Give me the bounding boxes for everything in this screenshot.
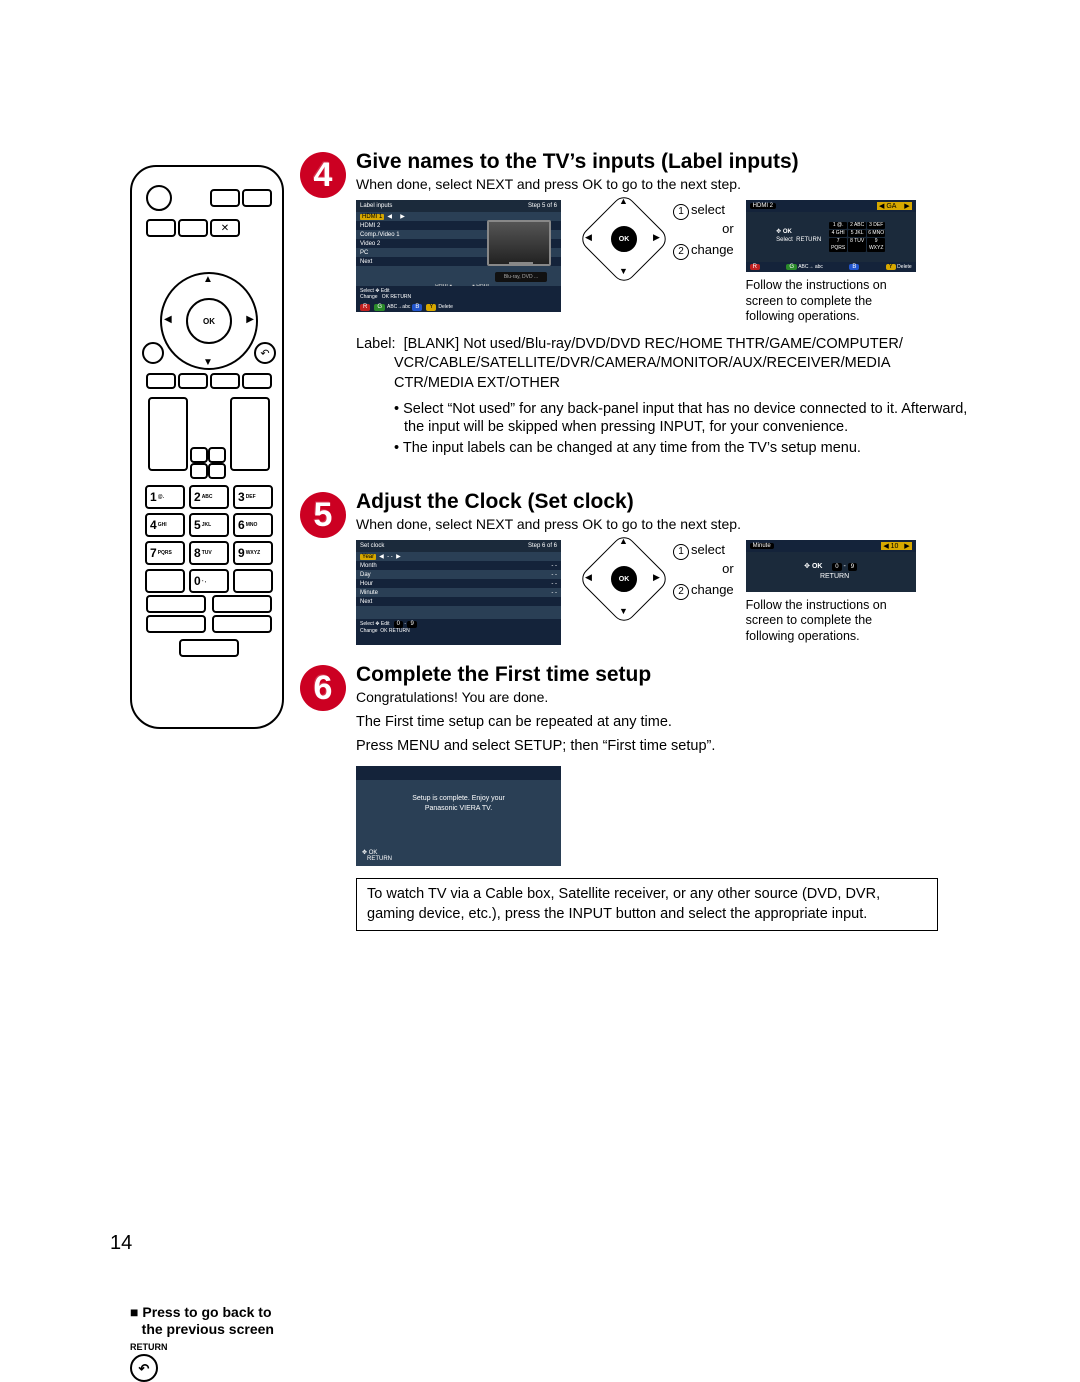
step-number-6: 6 [300,665,346,711]
dpad-illustration: OK ▲ ▼ ◀ ▶ [573,200,673,275]
step-number-4: 4 [300,152,346,198]
dpad-labels: 1select or 2change [673,200,734,260]
label-inputs-screen: Label inputs Step 5 of 6 HDMI 1◀ ▶ HDMI … [356,200,561,312]
dpad-illustration-2: OK ▲ ▼ ◀ ▶ [573,540,673,615]
step5-title: Adjust the Clock (Set clock) [356,490,980,514]
set-clock-screen: Set clock Step 6 of 6 Year◀ - - ▶ Month-… [356,540,561,645]
remote-keypad: 1@.2ABC3DEF4GHI5JKL6MNO7PQRS8TUV9WXYZ0- … [145,485,273,593]
step-6: 6 Complete the First time setup Congratu… [300,663,980,931]
step4-subtitle: When done, select NEXT and press OK to g… [356,176,980,192]
minute-edit-screen: Minute ◀ 10 ▶ ✥ OK 0 - 9 RETURN [746,540,916,592]
return-icon: ↶ [130,1354,158,1382]
remote-ok-button: OK [186,298,232,344]
step6-title: Complete the First time setup [356,663,980,687]
setup-complete-screen: Setup is complete. Enjoy your Panasonic … [356,766,561,866]
final-instruction-box: To watch TV via a Cable box, Satellite r… [356,878,938,931]
step-number-5: 5 [300,492,346,538]
step6-p1: The First time setup can be repeated at … [356,713,980,733]
page-number: 14 [110,1232,132,1255]
step-4: 4 Give names to the TV’s inputs (Label i… [300,150,980,472]
remote-illustration: ✕ ▲ ▼ ◀ ▶ OK ↶ [130,165,284,729]
step-5: 5 Adjust the Clock (Set clock) When done… [300,490,980,645]
return-note: ■ Press to go back to the previous scree… [130,1304,300,1382]
step4-follow-note: Follow the instructions on screen to com… [746,278,921,325]
step4-title: Give names to the TV’s inputs (Label inp… [356,150,980,174]
label-options: Label: [BLANK] Not used/Blu-ray/DVD/DVD … [356,335,980,394]
step5-follow-note: Follow the instructions on screen to com… [746,598,921,645]
step4-bullets: Select “Not used” for any back-panel inp… [394,400,980,459]
step5-subtitle: When done, select NEXT and press OK to g… [356,516,980,532]
label-input-edit-screen: HDMI 2 ◀ GA ▶ ✥ OK Select RETURN 1 @.2 A… [746,200,916,272]
step6-congrats: Congratulations! You are done. [356,689,980,705]
step6-p2: Press MENU and select SETUP; then “First… [356,737,980,757]
